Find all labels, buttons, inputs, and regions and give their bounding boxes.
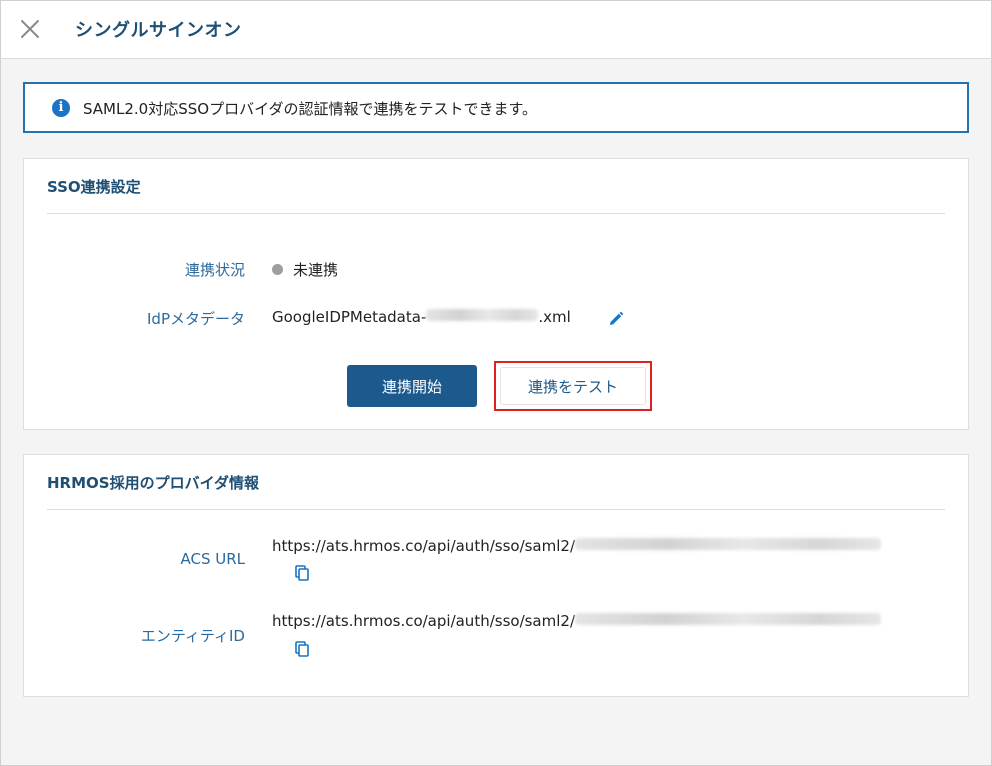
redacted-text [575,613,882,625]
hrmos-provider-title: HRMOS採用のプロバイダ情報 [47,474,259,492]
page-title: シングルサインオン [75,20,242,41]
acs-url-label: ACS URL [180,550,245,568]
entity-id-text: https://ats.hrmos.co/api/auth/sso/saml2/ [272,612,576,630]
entity-id-label: エンティティID [140,627,245,645]
status-label: 連携状況 [184,261,245,279]
status-value: 未連携 [272,259,338,280]
status-dot [272,264,283,275]
entity-id-value: https://ats.hrmos.co/api/auth/sso/saml2/ [272,612,882,630]
close-icon[interactable] [19,18,41,40]
acs-url-text: https://ats.hrmos.co/api/auth/sso/saml2/ [272,537,576,555]
divider [47,509,945,510]
metadata-value: GoogleIDPMetadata- .xml [272,308,571,326]
status-text: 未連携 [293,261,339,279]
start-integration-button[interactable]: 連携開始 [347,365,477,407]
header-bar: シングルサインオン [1,1,991,59]
info-icon: i [52,99,70,117]
hrmos-provider-card: HRMOS採用のプロバイダ情報 ACS URL https://ats.hrmo… [23,454,969,697]
highlight-box: 連携をテスト [494,361,652,411]
test-integration-button[interactable]: 連携をテスト [500,367,646,405]
acs-url-value: https://ats.hrmos.co/api/auth/sso/saml2/ [272,537,882,555]
info-banner-text: SAML2.0対応SSOプロバイダの認証情報で連携をテストできます。 [83,100,537,118]
pencil-icon[interactable] [608,311,624,327]
info-banner: i SAML2.0対応SSOプロバイダの認証情報で連携をテストできます。 [23,82,969,133]
divider [47,213,945,214]
metadata-filename-prefix: GoogleIDPMetadata- [272,308,427,326]
redacted-text [426,309,539,321]
redacted-text [575,538,882,550]
copy-icon[interactable] [294,641,310,657]
metadata-filename-suffix: .xml [538,308,571,326]
sso-settings-card: SSO連携設定 連携状況 未連携 IdPメタデータ GoogleIDPMetad… [23,158,969,430]
sso-settings-title: SSO連携設定 [47,178,141,196]
copy-icon[interactable] [294,565,310,581]
metadata-label: IdPメタデータ [147,310,245,328]
